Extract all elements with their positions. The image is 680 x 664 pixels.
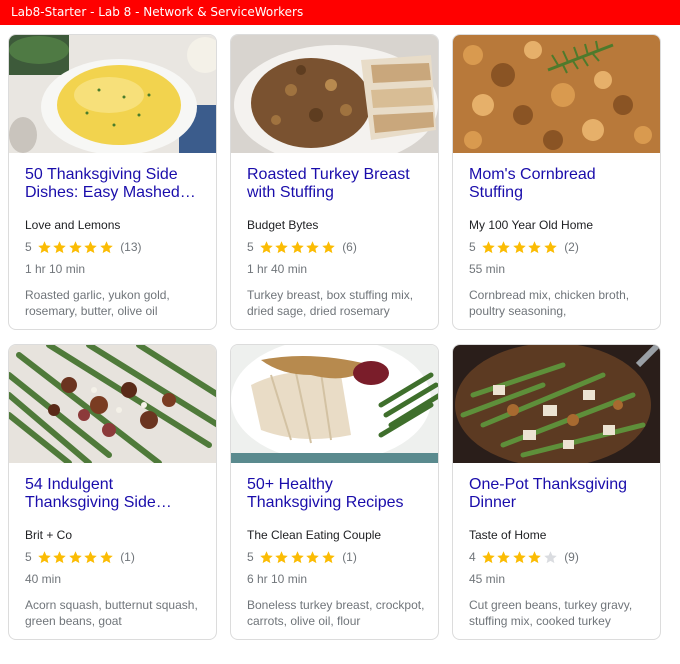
rating-value: 5 [25,550,32,564]
review-count: (9) [564,550,579,564]
ingredients: Cut green beans, turkey gravy, stuffing … [469,598,633,628]
star-filled-icon [84,550,97,563]
ingredients: Cornbread mix, chicken broth, poultry se… [469,288,630,318]
star-filled-icon [68,240,82,253]
review-count: (1) [342,550,357,564]
recipe-title[interactable]: 50+ Healthy Thanksgiving Recipes [247,476,427,512]
star-filled-icon [528,550,541,563]
review-count: (2) [564,240,579,254]
rating-value: 5 [247,550,254,564]
star-filled-icon [481,550,495,563]
star-filled-icon [53,550,66,563]
recipe-card[interactable]: Roasted Turkey Breast with Stuffing Budg… [230,34,439,330]
rating-row: 5 (2) [469,239,579,255]
cornbread-stuffing-image [453,35,660,153]
cook-time: 45 min [469,572,506,586]
star-filled-icon [68,550,82,563]
turkey-plate-image [231,345,438,463]
recipe-title[interactable]: Roasted Turkey Breast with Stuffing [247,166,427,202]
star-filled-icon [84,240,97,253]
turkey-stuffing-image [231,35,438,153]
star-filled-icon [37,240,51,253]
recipe-title[interactable]: 54 Indulgent Thanksgiving Side… [25,476,205,512]
star-filled-icon [306,550,319,563]
star-filled-icon [543,240,557,253]
cook-time: 55 min [469,262,506,276]
recipe-source: The Clean Eating Couple [247,528,382,542]
green-beans-pecans-image [9,345,216,463]
recipe-card[interactable]: 54 Indulgent Thanksgiving Side… Brit + C… [8,344,217,640]
recipe-title[interactable]: Mom's Cornbread Stuffing [469,166,649,202]
review-count: (6) [342,240,357,254]
star-filled-icon [275,550,288,563]
recipe-title[interactable]: One-Pot Thanksgiving Dinner [469,476,649,512]
recipe-source: Taste of Home [469,528,547,542]
ingredients: Roasted garlic, yukon gold, rosemary, bu… [25,288,170,318]
star-rating [481,550,559,565]
star-filled-icon [528,240,541,253]
ingredients: Acorn squash, butternut squash, green be… [25,598,198,628]
cook-time: 1 hr 10 min [25,262,86,276]
star-filled-icon [99,240,113,253]
recipe-source: Love and Lemons [25,218,121,232]
ingredients: Boneless turkey breast, crockpot, carrot… [247,598,425,628]
star-empty-icon [543,550,557,563]
rating-row: 5 (13) [25,239,142,255]
star-filled-icon [321,550,335,563]
cook-time: 6 hr 10 min [247,572,308,586]
star-rating [37,550,115,565]
cook-time: 1 hr 40 min [247,262,308,276]
recipe-card[interactable]: 50+ Healthy Thanksgiving Recipes The Cle… [230,344,439,640]
star-filled-icon [512,240,526,253]
window-title: Lab8-Starter - Lab 8 - Network & Service… [11,5,304,19]
recipe-source: My 100 Year Old Home [469,218,594,232]
recipe-source: Brit + Co [25,528,73,542]
star-filled-icon [290,240,304,253]
rating-value: 5 [469,240,476,254]
star-rating [37,240,115,255]
rating-value: 4 [469,550,476,564]
recipe-card[interactable]: 50 Thanksgiving Side Dishes: Easy Mashed… [8,34,217,330]
recipe-title[interactable]: 50 Thanksgiving Side Dishes: Easy Mashed… [25,166,205,202]
star-filled-icon [99,550,113,563]
star-filled-icon [37,550,51,563]
one-pot-dinner-image [453,345,660,463]
star-rating [481,240,559,255]
rating-value: 5 [247,240,254,254]
star-filled-icon [290,550,304,563]
rating-row: 4 (9) [469,549,579,565]
star-filled-icon [53,240,66,253]
star-rating [259,240,337,255]
star-filled-icon [497,550,510,563]
rating-value: 5 [25,240,32,254]
star-filled-icon [275,240,288,253]
cook-time: 40 min [25,572,62,586]
star-rating [259,550,337,565]
rating-row: 5 (6) [247,239,357,255]
rating-row: 5 (1) [247,549,357,565]
window-titlebar: Lab8-Starter - Lab 8 - Network & Service… [0,0,680,25]
recipe-source: Budget Bytes [247,218,319,232]
rating-row: 5 (1) [25,549,135,565]
star-filled-icon [306,240,319,253]
star-filled-icon [321,240,335,253]
ingredients: Turkey breast, box stuffing mix, dried s… [247,288,414,318]
star-filled-icon [259,550,273,563]
mashed-potatoes-image [9,35,216,153]
star-filled-icon [481,240,495,253]
recipe-card[interactable]: One-Pot Thanksgiving Dinner Taste of Hom… [452,344,661,640]
recipe-card[interactable]: Mom's Cornbread Stuffing My 100 Year Old… [452,34,661,330]
review-count: (1) [120,550,135,564]
star-filled-icon [512,550,526,563]
star-filled-icon [497,240,510,253]
star-filled-icon [259,240,273,253]
review-count: (13) [120,240,142,254]
